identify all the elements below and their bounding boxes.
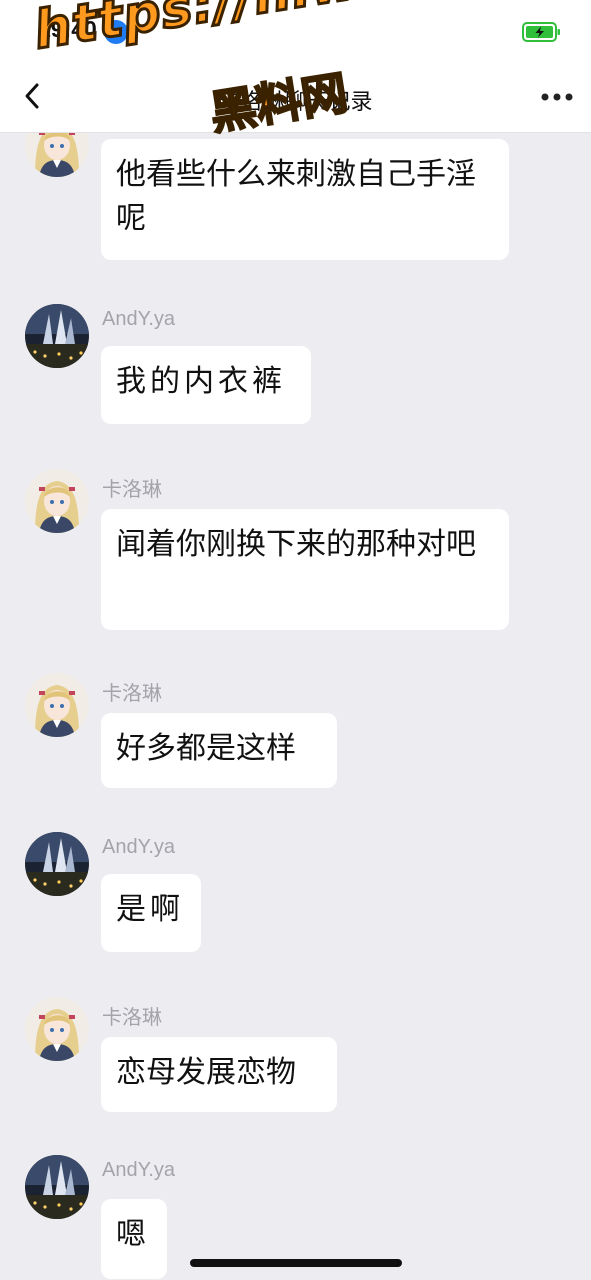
chat-title: 卡洛琳聊天记录 — [218, 89, 373, 114]
city-avatar[interactable] — [25, 1155, 89, 1219]
chat-header: 卡洛琳聊天记录 — [0, 62, 591, 133]
city-avatar[interactable] — [25, 832, 89, 896]
sender-name: AndY.ya — [102, 1159, 176, 1181]
girl-avatar[interactable] — [25, 133, 89, 177]
message-list[interactable]: 他看些什么来刺激自己手淫呢 AndY.ya 我的内衣裤 卡洛琳 闻着你刚换下来的… — [0, 133, 591, 1280]
sender-name: 卡洛琳 — [102, 683, 162, 705]
city-avatar[interactable] — [25, 304, 89, 368]
girl-avatar[interactable] — [25, 469, 89, 533]
message-bubble[interactable]: 好多都是这样 — [101, 713, 337, 788]
message-bubble[interactable]: 他看些什么来刺激自己手淫呢 — [101, 139, 509, 260]
home-indicator[interactable] — [190, 1259, 402, 1267]
status-bar: 19:40 — [0, 0, 591, 62]
girl-avatar[interactable] — [25, 997, 89, 1061]
message-bubble[interactable]: 闻着你刚换下来的那种对吧 — [101, 509, 509, 630]
sender-name: 卡洛琳 — [102, 479, 162, 501]
message-bubble[interactable]: 嗯 — [101, 1199, 167, 1279]
sender-name: AndY.ya — [102, 308, 176, 330]
message-bubble[interactable]: 恋母发展恋物 — [101, 1037, 337, 1112]
girl-avatar[interactable] — [25, 673, 89, 737]
sender-name: AndY.ya — [102, 836, 176, 858]
sender-name: 卡洛琳 — [102, 1007, 162, 1029]
message-bubble[interactable]: 是啊 — [101, 874, 201, 952]
more-options-icon[interactable] — [540, 92, 574, 102]
location-arrow-icon — [104, 20, 128, 44]
battery-charging-icon — [522, 22, 560, 42]
message-bubble[interactable]: 我的内衣裤 — [101, 346, 311, 424]
status-time: 19:40 — [38, 16, 97, 42]
